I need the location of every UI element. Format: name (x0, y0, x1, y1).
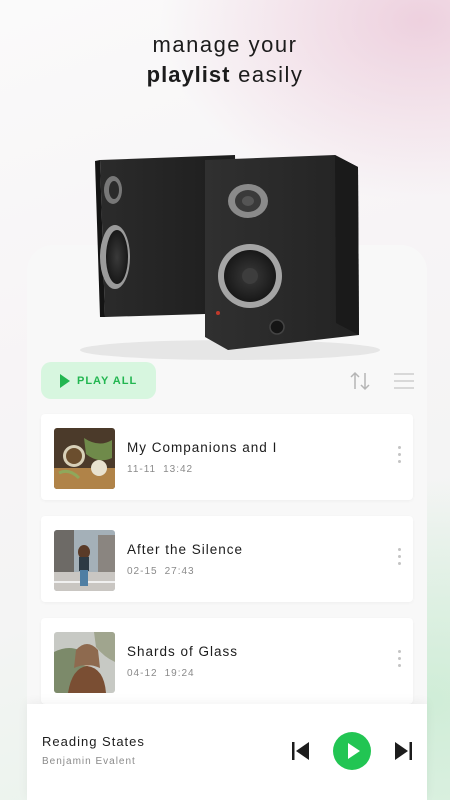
headline-bold-word: playlist (146, 62, 231, 87)
album-art-thumbnail (54, 428, 115, 489)
song-duration: 19:24 (164, 668, 195, 679)
song-meta: 11-11 13:42 (127, 464, 193, 475)
song-title: After the Silence (127, 542, 244, 557)
now-playing-artist: Benjamin Evalent (42, 756, 136, 767)
album-art-thumbnail (54, 530, 115, 591)
headline: manage your playlist easily (0, 30, 450, 90)
song-date: 04-12 (127, 668, 158, 679)
more-vertical-icon[interactable] (395, 446, 403, 468)
play-button[interactable] (333, 732, 371, 770)
song-title: My Companions and I (127, 440, 278, 455)
sort-arrows-icon[interactable] (348, 370, 372, 392)
song-meta: 02-15 27:43 (127, 566, 195, 577)
menu-lines-icon[interactable] (394, 372, 414, 390)
play-all-label: PLAY ALL (77, 374, 138, 387)
now-playing-bar[interactable]: Reading States Benjamin Evalent (27, 704, 427, 800)
play-icon (60, 373, 70, 388)
song-meta: 04-12 19:24 (127, 668, 195, 679)
headline-rest: easily (238, 62, 304, 87)
song-list-item[interactable]: My Companions and I 11-11 13:42 (41, 414, 413, 500)
song-title: Shards of Glass (127, 644, 239, 659)
song-date: 11-11 (127, 464, 157, 475)
song-list-item[interactable]: After the Silence 02-15 27:43 (41, 516, 413, 602)
speakers-illustration (80, 155, 380, 360)
now-playing-title: Reading States (42, 734, 145, 749)
skip-next-icon[interactable] (393, 740, 415, 762)
song-date: 02-15 (127, 566, 158, 577)
play-icon (347, 743, 360, 759)
play-all-button[interactable]: PLAY ALL (41, 362, 156, 399)
headline-line-2: playlist easily (0, 60, 450, 90)
album-art-thumbnail (54, 632, 115, 693)
headline-line-1: manage your (152, 32, 298, 57)
more-vertical-icon[interactable] (395, 650, 403, 672)
song-list-item[interactable]: Shards of Glass 04-12 19:24 (41, 618, 413, 704)
skip-previous-icon[interactable] (289, 740, 311, 762)
song-duration: 13:42 (163, 464, 194, 475)
song-duration: 27:43 (164, 566, 195, 577)
more-vertical-icon[interactable] (395, 548, 403, 570)
